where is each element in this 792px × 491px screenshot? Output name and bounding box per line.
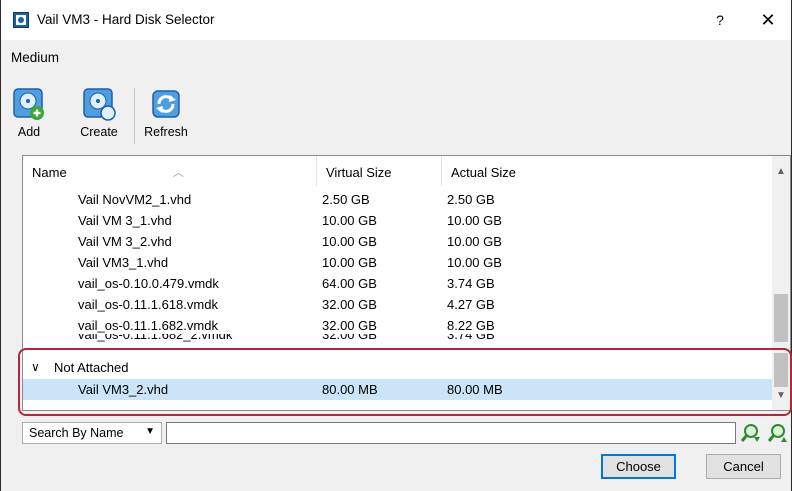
group-not-attached[interactable]: ∨ Not Attached	[23, 357, 772, 379]
close-button[interactable]: ✕	[755, 8, 781, 32]
title-bar: Vail VM3 - Hard Disk Selector ? ✕	[1, 0, 791, 40]
column-header-name[interactable]: Name ︿	[23, 156, 317, 186]
disk-list[interactable]: Name ︿ Virtual Size Actual Size Vail Nov…	[22, 155, 791, 411]
table-row[interactable]: vail_os-0.11.1.682.vmdk 32.00 GB 8.22 GB	[23, 315, 772, 336]
table-row[interactable]: vail_os-0.11.1.618.vmdk 32.00 GB 4.27 GB	[23, 294, 772, 315]
search-input[interactable]	[166, 422, 736, 444]
create-disk-icon	[83, 88, 116, 121]
help-button[interactable]: ?	[709, 9, 731, 31]
table-row[interactable]: vail_os-0.10.0.479.vmdk 64.00 GB 3.74 GB	[23, 273, 772, 294]
menu-medium[interactable]: Medium	[11, 50, 59, 65]
search-bar: Search By Name ▼	[22, 422, 791, 446]
refresh-button[interactable]: Refresh	[141, 86, 191, 139]
search-mode-dropdown[interactable]: Search By Name ▼	[22, 422, 162, 444]
group-label: Not Attached	[54, 360, 129, 375]
add-button[interactable]: Add	[11, 86, 47, 139]
scroll-up-icon[interactable]: ▲	[772, 164, 790, 180]
table-row[interactable]: Vail NovVM2_1.vhd 2.50 GB 2.50 GB	[23, 189, 772, 210]
create-button[interactable]: Create	[77, 86, 121, 139]
virtualbox-app-icon	[13, 12, 29, 28]
search-next-icon[interactable]	[767, 422, 789, 444]
refresh-icon	[152, 90, 180, 118]
table-row-selected[interactable]: Vail VM3_2.vhd 80.00 MB 80.00 MB	[23, 379, 772, 400]
toolbar: Add Create Refresh	[1, 76, 791, 150]
table-row[interactable]: Vail VM 3_2.vhd 10.00 GB 10.00 GB	[23, 231, 772, 252]
scroll-down-icon[interactable]: ▼	[772, 388, 790, 404]
scroll-thumb[interactable]	[774, 294, 788, 342]
search-previous-icon[interactable]	[740, 422, 762, 444]
add-label: Add	[17, 125, 41, 139]
cancel-button[interactable]: Cancel	[706, 454, 781, 479]
vertical-scrollbar[interactable]: ▲ ▼	[772, 156, 790, 410]
menu-bar: Medium	[1, 40, 791, 74]
window-title: Vail VM3 - Hard Disk Selector	[37, 12, 215, 27]
column-header-actual-size[interactable]: Actual Size	[442, 156, 772, 186]
table-row[interactable]: Vail VM 3_1.vhd 10.00 GB 10.00 GB	[23, 210, 772, 231]
refresh-label: Refresh	[144, 125, 188, 139]
dropdown-arrow-icon: ▼	[145, 426, 155, 437]
create-label: Create	[80, 125, 118, 139]
choose-button[interactable]: Choose	[601, 454, 676, 479]
column-header-virtual-size[interactable]: Virtual Size	[317, 156, 442, 186]
table-row[interactable]: Vail VM3_1.vhd 10.00 GB 10.00 GB	[23, 252, 772, 273]
add-disk-icon	[13, 88, 44, 120]
chevron-down-icon[interactable]: ∨	[31, 360, 40, 374]
scroll-thumb-lower[interactable]	[774, 353, 788, 387]
table-header: Name ︿ Virtual Size Actual Size	[23, 156, 772, 186]
toolbar-separator	[134, 88, 135, 144]
hard-disk-selector-window: Vail VM3 - Hard Disk Selector ? ✕ Medium…	[0, 0, 792, 491]
sort-ascending-icon: ︿	[173, 167, 184, 179]
table-row[interactable]: vail_os-0.11.1.682_2.vmdk 32.00 GB 3.74 GB	[23, 334, 772, 346]
